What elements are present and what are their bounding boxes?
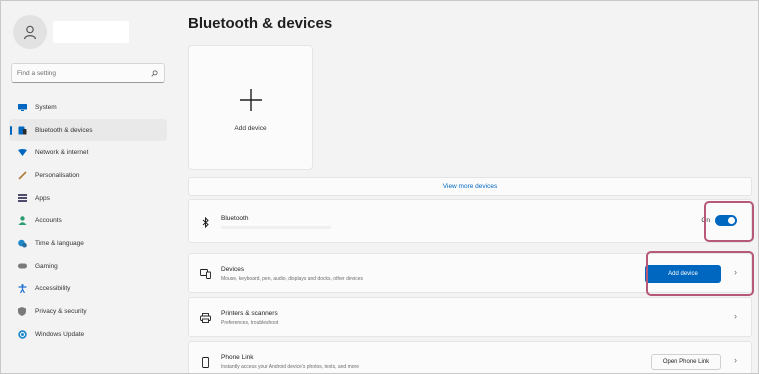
display-icon [17,102,27,112]
sidebar-item-apps[interactable]: Apps [9,187,167,210]
sidebar-item-network[interactable]: Network & internet [9,141,167,164]
sidebar-item-label: Network & internet [35,149,89,157]
sidebar-item-label: Privacy & security [35,308,87,316]
sidebar-item-system[interactable]: System [9,96,167,119]
search-input[interactable]: Find a setting [11,63,165,83]
sidebar-item-label: Accounts [35,217,62,225]
printer-icon [199,312,211,324]
shield-icon [17,307,27,317]
sidebar-item-windows-update[interactable]: Windows Update [9,323,167,346]
sidebar-item-bluetooth-devices[interactable]: Bluetooth & devices [9,118,167,142]
update-icon [17,329,27,339]
search-placeholder: Find a setting [17,69,57,77]
globe-clock-icon [17,238,27,248]
view-more-devices-link[interactable]: View more devices [188,177,752,196]
bluetooth-status-placeholder [221,226,331,229]
bluetooth-icon [199,216,211,228]
phone-icon [199,356,211,368]
phone-link-subtitle: Instantly access your Android device's p… [221,364,359,370]
view-more-label: View more devices [442,183,498,190]
profile[interactable] [13,15,129,49]
search-icon [151,69,158,77]
sidebar-item-label: Apps [35,194,50,202]
phone-link-card[interactable]: Phone Link Instantly access your Android… [188,341,752,373]
sidebar-item-time-language[interactable]: Time & language [9,232,167,255]
sidebar-item-label: System [35,103,57,111]
phone-link-title: Phone Link [221,354,254,361]
gamepad-icon [17,261,27,271]
bluetooth-title: Bluetooth [221,215,249,222]
page-title: Bluetooth & devices [188,15,333,32]
network-icon [17,148,27,158]
person-icon [23,25,37,40]
sidebar-item-privacy-security[interactable]: Privacy & security [9,300,167,323]
devices-icon [199,268,211,280]
sidebar-item-label: Gaming [35,262,58,270]
chevron-right-icon[interactable]: › [734,311,737,321]
bluetooth-card: Bluetooth On [188,199,752,243]
devices-title: Devices [221,266,245,273]
nav-list: System Bluetooth & devices Network & int… [9,96,167,346]
sidebar-item-label: Personalisation [35,171,80,179]
settings-window: Find a setting System Bluetooth & device… [0,0,759,374]
printers-card[interactable]: Printers & scanners Preferences, trouble… [188,297,752,337]
bluetooth-devices-icon [17,125,27,135]
person-icon [17,216,27,226]
open-phone-link-button[interactable]: Open Phone Link [651,354,721,370]
plus-icon [240,89,262,111]
sidebar: Find a setting System Bluetooth & device… [1,1,171,373]
add-device-tile[interactable]: Add device [188,45,313,170]
sidebar-item-personalisation[interactable]: Personalisation [9,164,167,187]
add-device-tile-label: Add device [234,125,267,132]
sidebar-item-label: Windows Update [35,330,85,338]
sidebar-item-accounts[interactable]: Accounts [9,209,167,232]
account-name-box [53,21,129,43]
sidebar-item-label: Time & language [35,239,84,247]
main-content: Bluetooth & devices Add device View more… [188,1,758,373]
pen-icon [17,170,27,180]
devices-subtitle: Mouse, keyboard, pen, audio, displays an… [221,276,364,282]
avatar [13,15,47,49]
sidebar-item-gaming[interactable]: Gaming [9,255,167,278]
printers-subtitle: Preferences, troubleshoot [221,320,279,326]
sidebar-item-label: Bluetooth & devices [35,126,93,134]
sidebar-item-accessibility[interactable]: Accessibility [9,278,167,301]
accessibility-icon [17,284,27,294]
highlight-bluetooth-toggle [704,201,754,242]
printers-title: Printers & scanners [221,310,278,317]
highlight-add-device-button [646,251,754,296]
chevron-right-icon[interactable]: › [734,355,737,365]
sidebar-item-label: Accessibility [35,285,71,293]
apps-icon [17,193,27,203]
